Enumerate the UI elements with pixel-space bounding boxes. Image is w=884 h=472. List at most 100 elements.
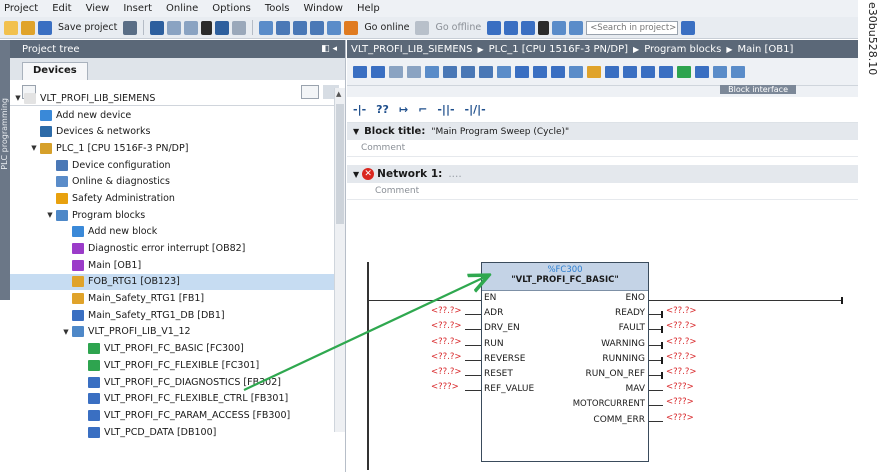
force-tags-icon[interactable] [551,65,565,78]
breadcrumb-item[interactable]: PLC_1 [CPU 1516F-3 PN/DP] [489,44,628,55]
redo-icon[interactable] [232,20,247,35]
input-argument[interactable]: <??.?> [431,367,461,377]
plc-programming-side-tab[interactable]: PLC programming [0,40,10,300]
output-argument[interactable]: <??.?> [666,306,696,316]
scroll-up-icon[interactable]: ▲ [336,90,341,98]
append-row-icon[interactable] [407,65,421,78]
input-argument[interactable]: <??.?> [431,306,461,316]
navigation-icon[interactable] [479,65,493,78]
tree-item[interactable]: Devices & networks [10,123,334,140]
tree-scrollbar[interactable]: ▲ [334,88,345,432]
paste-icon[interactable] [184,20,199,35]
block-check-icon[interactable] [677,65,691,78]
toggle-absolute-icon[interactable] [425,65,439,78]
search-icon[interactable] [681,20,696,35]
save-icon[interactable] [38,20,52,35]
split-editor-icon[interactable] [259,20,274,35]
accessible-devices-icon[interactable] [487,20,502,35]
start-cpu-icon[interactable] [504,20,519,35]
input-argument[interactable]: <??.?> [431,352,461,362]
expand-arrow-icon[interactable]: ▼ [62,328,70,336]
tree-item[interactable]: Online & diagnostics [10,173,334,190]
set-tags-icon[interactable] [533,65,547,78]
block-comment[interactable]: Comment [347,140,858,157]
ladder-tool-4[interactable]: -||- [437,103,454,116]
delete-network-icon[interactable] [371,65,385,78]
stop-cpu-icon[interactable] [521,20,536,35]
call-hierarchy-icon[interactable] [623,65,637,78]
menu-item-window[interactable]: Window [304,3,343,14]
tree-item[interactable]: ▼ VLT_PROFI_LIB_V1_12 [10,324,334,341]
output-argument[interactable]: <??.?> [666,367,696,377]
copy-icon[interactable] [167,20,182,35]
output-argument[interactable]: <???> [666,413,694,423]
network-title[interactable]: .... [448,168,461,180]
tree-item[interactable]: VLT_PROFI_FC_PARAM_ACCESS [FB300] [10,407,334,424]
ladder-tool-2[interactable]: ↦ [399,103,408,116]
expand-arrow-icon[interactable]: ▼ [353,127,359,136]
ladder-tool-5[interactable]: -|/|- [465,103,486,116]
breadcrumb-item[interactable]: VLT_PROFI_LIB_SIEMENS [351,44,472,55]
tree-item[interactable]: Diagnostic error interrupt [OB82] [10,240,334,257]
compare-icon[interactable] [641,65,655,78]
tree-item[interactable]: ▼ PLC_1 [CPU 1516F-3 PN/DP] [10,140,334,157]
ladder-tool-1[interactable]: ?? [376,103,389,116]
new-project-icon[interactable] [4,20,18,35]
input-argument[interactable]: <???> [431,382,459,392]
open-project-icon[interactable] [21,20,35,35]
go-offline-button[interactable]: Go offline [435,22,481,33]
print-icon[interactable] [123,20,138,35]
tree-item[interactable]: Main_Safety_RTG1_DB [DB1] [10,307,334,324]
split-horizontal-icon[interactable] [552,20,567,35]
tree-item[interactable]: VLT_PROFI_FC_BASIC [FC300] [10,340,334,357]
tree-item[interactable]: Safety Administration [10,190,334,207]
download-icon[interactable] [293,20,308,35]
menu-item-options[interactable]: Options [212,3,251,14]
monitoring-icon[interactable] [515,65,529,78]
split-vertical-icon[interactable] [569,20,584,35]
undo-icon[interactable] [215,20,230,35]
tree-item[interactable]: VLT_PCD_DATA [DB100] [10,424,334,441]
block-title-value[interactable]: "Main Program Sweep (Cycle)" [431,127,569,137]
output-argument[interactable]: <??.?> [666,352,696,362]
compile-icon[interactable] [276,20,291,35]
output-argument[interactable]: <??.?> [666,321,696,331]
tree-item[interactable]: VLT_PROFI_FC_FLEXIBLE_CTRL [FB301] [10,390,334,407]
input-argument[interactable]: <??.?> [431,337,461,347]
search-input[interactable] [586,20,679,35]
menu-item-insert[interactable]: Insert [123,3,152,14]
favorites-icon[interactable] [569,65,583,78]
expand-arrow-icon[interactable]: ▼ [353,170,359,179]
delete-icon[interactable] [201,20,213,35]
previous-error-icon[interactable] [605,65,619,78]
menu-item-edit[interactable]: Edit [52,3,71,14]
function-block-fc300[interactable]: %FC300 "VLT_PROFI_FC_BASIC" EN ADR DRV_EN R… [481,262,649,462]
tree-item[interactable]: Device configuration [10,157,334,174]
outdent-icon[interactable] [713,65,727,78]
cut-icon[interactable] [150,20,165,35]
indent-icon[interactable] [695,65,709,78]
expand-arrow-icon[interactable]: ▼ [30,144,38,152]
tree-item[interactable]: VLT_PROFI_FC_DIAGNOSTICS [FB302] [10,374,334,391]
go-offline-icon[interactable] [415,20,430,35]
menu-item-tools[interactable]: Tools [265,3,290,14]
output-argument[interactable]: <??.?> [666,337,696,347]
tree-item[interactable]: Main_Safety_RTG1 [FB1] [10,290,334,307]
input-argument[interactable]: <??.?> [431,321,461,331]
tree-item[interactable]: FOB_RTG1 [OB123] [10,273,334,291]
output-argument[interactable]: <???> [666,382,694,392]
insert-row-icon[interactable] [389,65,403,78]
menu-item-online[interactable]: Online [166,3,198,14]
menu-item-project[interactable]: Project [4,3,38,14]
network-comment[interactable]: Comment [347,183,858,200]
expand-arrow-icon[interactable]: ▼ [14,94,22,102]
simulate-icon[interactable] [659,65,673,78]
tree-item[interactable]: ▼ VLT_PROFI_LIB_SIEMENS [10,90,334,107]
menu-item-help[interactable]: Help [357,3,380,14]
ladder-tool-3[interactable]: ⌐ [418,103,427,116]
show-comments-icon[interactable] [497,65,511,78]
ladder-tool-0[interactable]: -|- [353,103,366,116]
breadcrumb-item[interactable]: Main [OB1] [737,44,793,55]
breadcrumb-item[interactable]: Program blocks [644,44,721,55]
menu-item-view[interactable]: View [86,3,110,14]
